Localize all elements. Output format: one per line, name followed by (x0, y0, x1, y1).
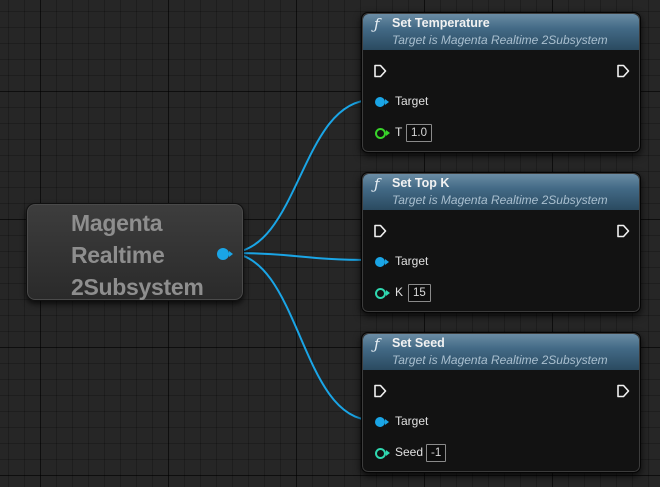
param-label: T (395, 125, 403, 139)
subsystem-reference-title: Magenta Realtime 2Subsystem (71, 210, 204, 300)
exec-output-pin-icon[interactable] (616, 384, 630, 398)
subsystem-output-pin-arrow-icon (229, 251, 233, 257)
param-value-field[interactable]: -1 (426, 444, 447, 462)
node-header[interactable]: ƒ Set Seed Target is Magenta Realtime 2S… (363, 334, 639, 370)
subsystem-reference-node[interactable]: Magenta Realtime 2Subsystem (26, 203, 244, 301)
set-seed-node[interactable]: ƒ Set Seed Target is Magenta Realtime 2S… (361, 332, 641, 473)
target-label: Target (395, 94, 429, 108)
target-pin-arrow-icon (385, 419, 389, 425)
node-subtitle: Target is Magenta Realtime 2Subsystem (392, 193, 608, 207)
blueprint-graph[interactable]: Magenta Realtime 2Subsystem ƒ Set Temper… (0, 0, 660, 487)
param-label: Seed (395, 445, 424, 459)
target-input-pin[interactable] (375, 97, 385, 107)
param-label: K (395, 285, 404, 299)
node-header[interactable]: ƒ Set Temperature Target is Magenta Real… (363, 14, 639, 50)
wire-target-set-temperature[interactable] (227, 99, 373, 254)
function-icon: ƒ (374, 15, 380, 33)
exec-input-pin-icon[interactable] (373, 224, 387, 238)
node-title: Set Top K (392, 176, 450, 190)
function-icon: ƒ (374, 175, 380, 193)
node-title: Set Seed (392, 336, 445, 350)
int-input-pin[interactable] (375, 448, 386, 459)
function-icon: ƒ (374, 335, 380, 353)
param-value-field[interactable]: 15 (408, 284, 431, 302)
float-pin-arrow-icon (386, 130, 390, 136)
exec-output-pin-icon[interactable] (616, 224, 630, 238)
exec-output-pin-icon[interactable] (616, 64, 630, 78)
set-temperature-node[interactable]: ƒ Set Temperature Target is Magenta Real… (361, 12, 641, 153)
target-pin-arrow-icon (385, 259, 389, 265)
exec-input-pin-icon[interactable] (373, 384, 387, 398)
float-input-pin[interactable] (375, 128, 386, 139)
int-pin-arrow-icon (386, 450, 390, 456)
exec-input-pin-icon[interactable] (373, 64, 387, 78)
target-input-pin[interactable] (375, 257, 385, 267)
node-subtitle: Target is Magenta Realtime 2Subsystem (392, 33, 608, 47)
wire-target-set-seed[interactable] (227, 252, 373, 421)
target-input-pin[interactable] (375, 417, 385, 427)
param-value-field[interactable]: 1.0 (406, 124, 432, 142)
set-top-k-node[interactable]: ƒ Set Top K Target is Magenta Realtime 2… (361, 172, 641, 313)
node-header[interactable]: ƒ Set Top K Target is Magenta Realtime 2… (363, 174, 639, 210)
wire-target-set-top-k[interactable] (227, 252, 373, 261)
int-pin-arrow-icon (386, 290, 390, 296)
subsystem-output-pin[interactable] (217, 248, 229, 260)
target-label: Target (395, 414, 429, 428)
node-title: Set Temperature (392, 16, 490, 30)
target-label: Target (395, 254, 429, 268)
node-subtitle: Target is Magenta Realtime 2Subsystem (392, 353, 608, 367)
int-input-pin[interactable] (375, 288, 386, 299)
target-pin-arrow-icon (385, 99, 389, 105)
